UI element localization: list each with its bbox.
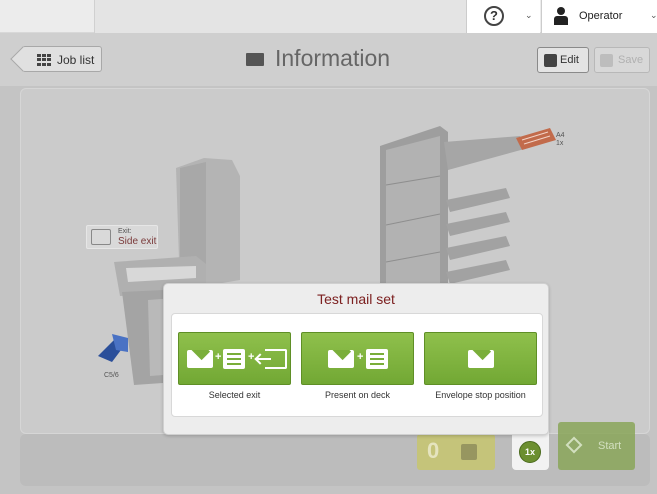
counter-value: 0 bbox=[427, 438, 440, 463]
feeder-tag: A4 1x bbox=[556, 132, 565, 148]
start-button[interactable]: Start bbox=[558, 422, 635, 470]
exit-value: Side exit bbox=[118, 236, 157, 247]
start-icon bbox=[565, 436, 583, 454]
counter-button[interactable]: 0 bbox=[417, 434, 495, 470]
reset-icon bbox=[461, 444, 477, 460]
envelope-stack-icon bbox=[98, 334, 128, 362]
paper-stack-icon bbox=[516, 128, 556, 150]
popup-actions: + + Selected exit + Present on deck Enve… bbox=[171, 313, 543, 417]
envelope-stop-position-label: Envelope stop position bbox=[435, 390, 526, 400]
popup-title: Test mail set bbox=[317, 291, 395, 307]
count-badge: 1x bbox=[519, 441, 541, 463]
bottom-bar bbox=[20, 434, 650, 486]
feeder-count: 1x bbox=[556, 140, 564, 147]
exit-small-label: Exit: bbox=[118, 228, 132, 235]
exit-icon bbox=[91, 229, 111, 245]
count-tab[interactable]: 1x bbox=[512, 430, 549, 470]
selected-exit-button[interactable]: + + bbox=[178, 332, 291, 385]
present-on-deck-button[interactable]: + bbox=[301, 332, 414, 385]
envelope-size-label: C5/6 bbox=[104, 372, 119, 379]
start-label: Start bbox=[598, 440, 622, 452]
selected-exit-label: Selected exit bbox=[208, 390, 261, 400]
present-on-deck-label: Present on deck bbox=[324, 390, 391, 400]
feeder-paper: A4 bbox=[556, 132, 565, 139]
envelope-stop-position-button[interactable] bbox=[424, 332, 537, 385]
exit-tag[interactable]: Exit: Side exit bbox=[86, 225, 158, 249]
test-mail-popup: Test mail set + + Selected exit + Presen… bbox=[163, 283, 549, 435]
